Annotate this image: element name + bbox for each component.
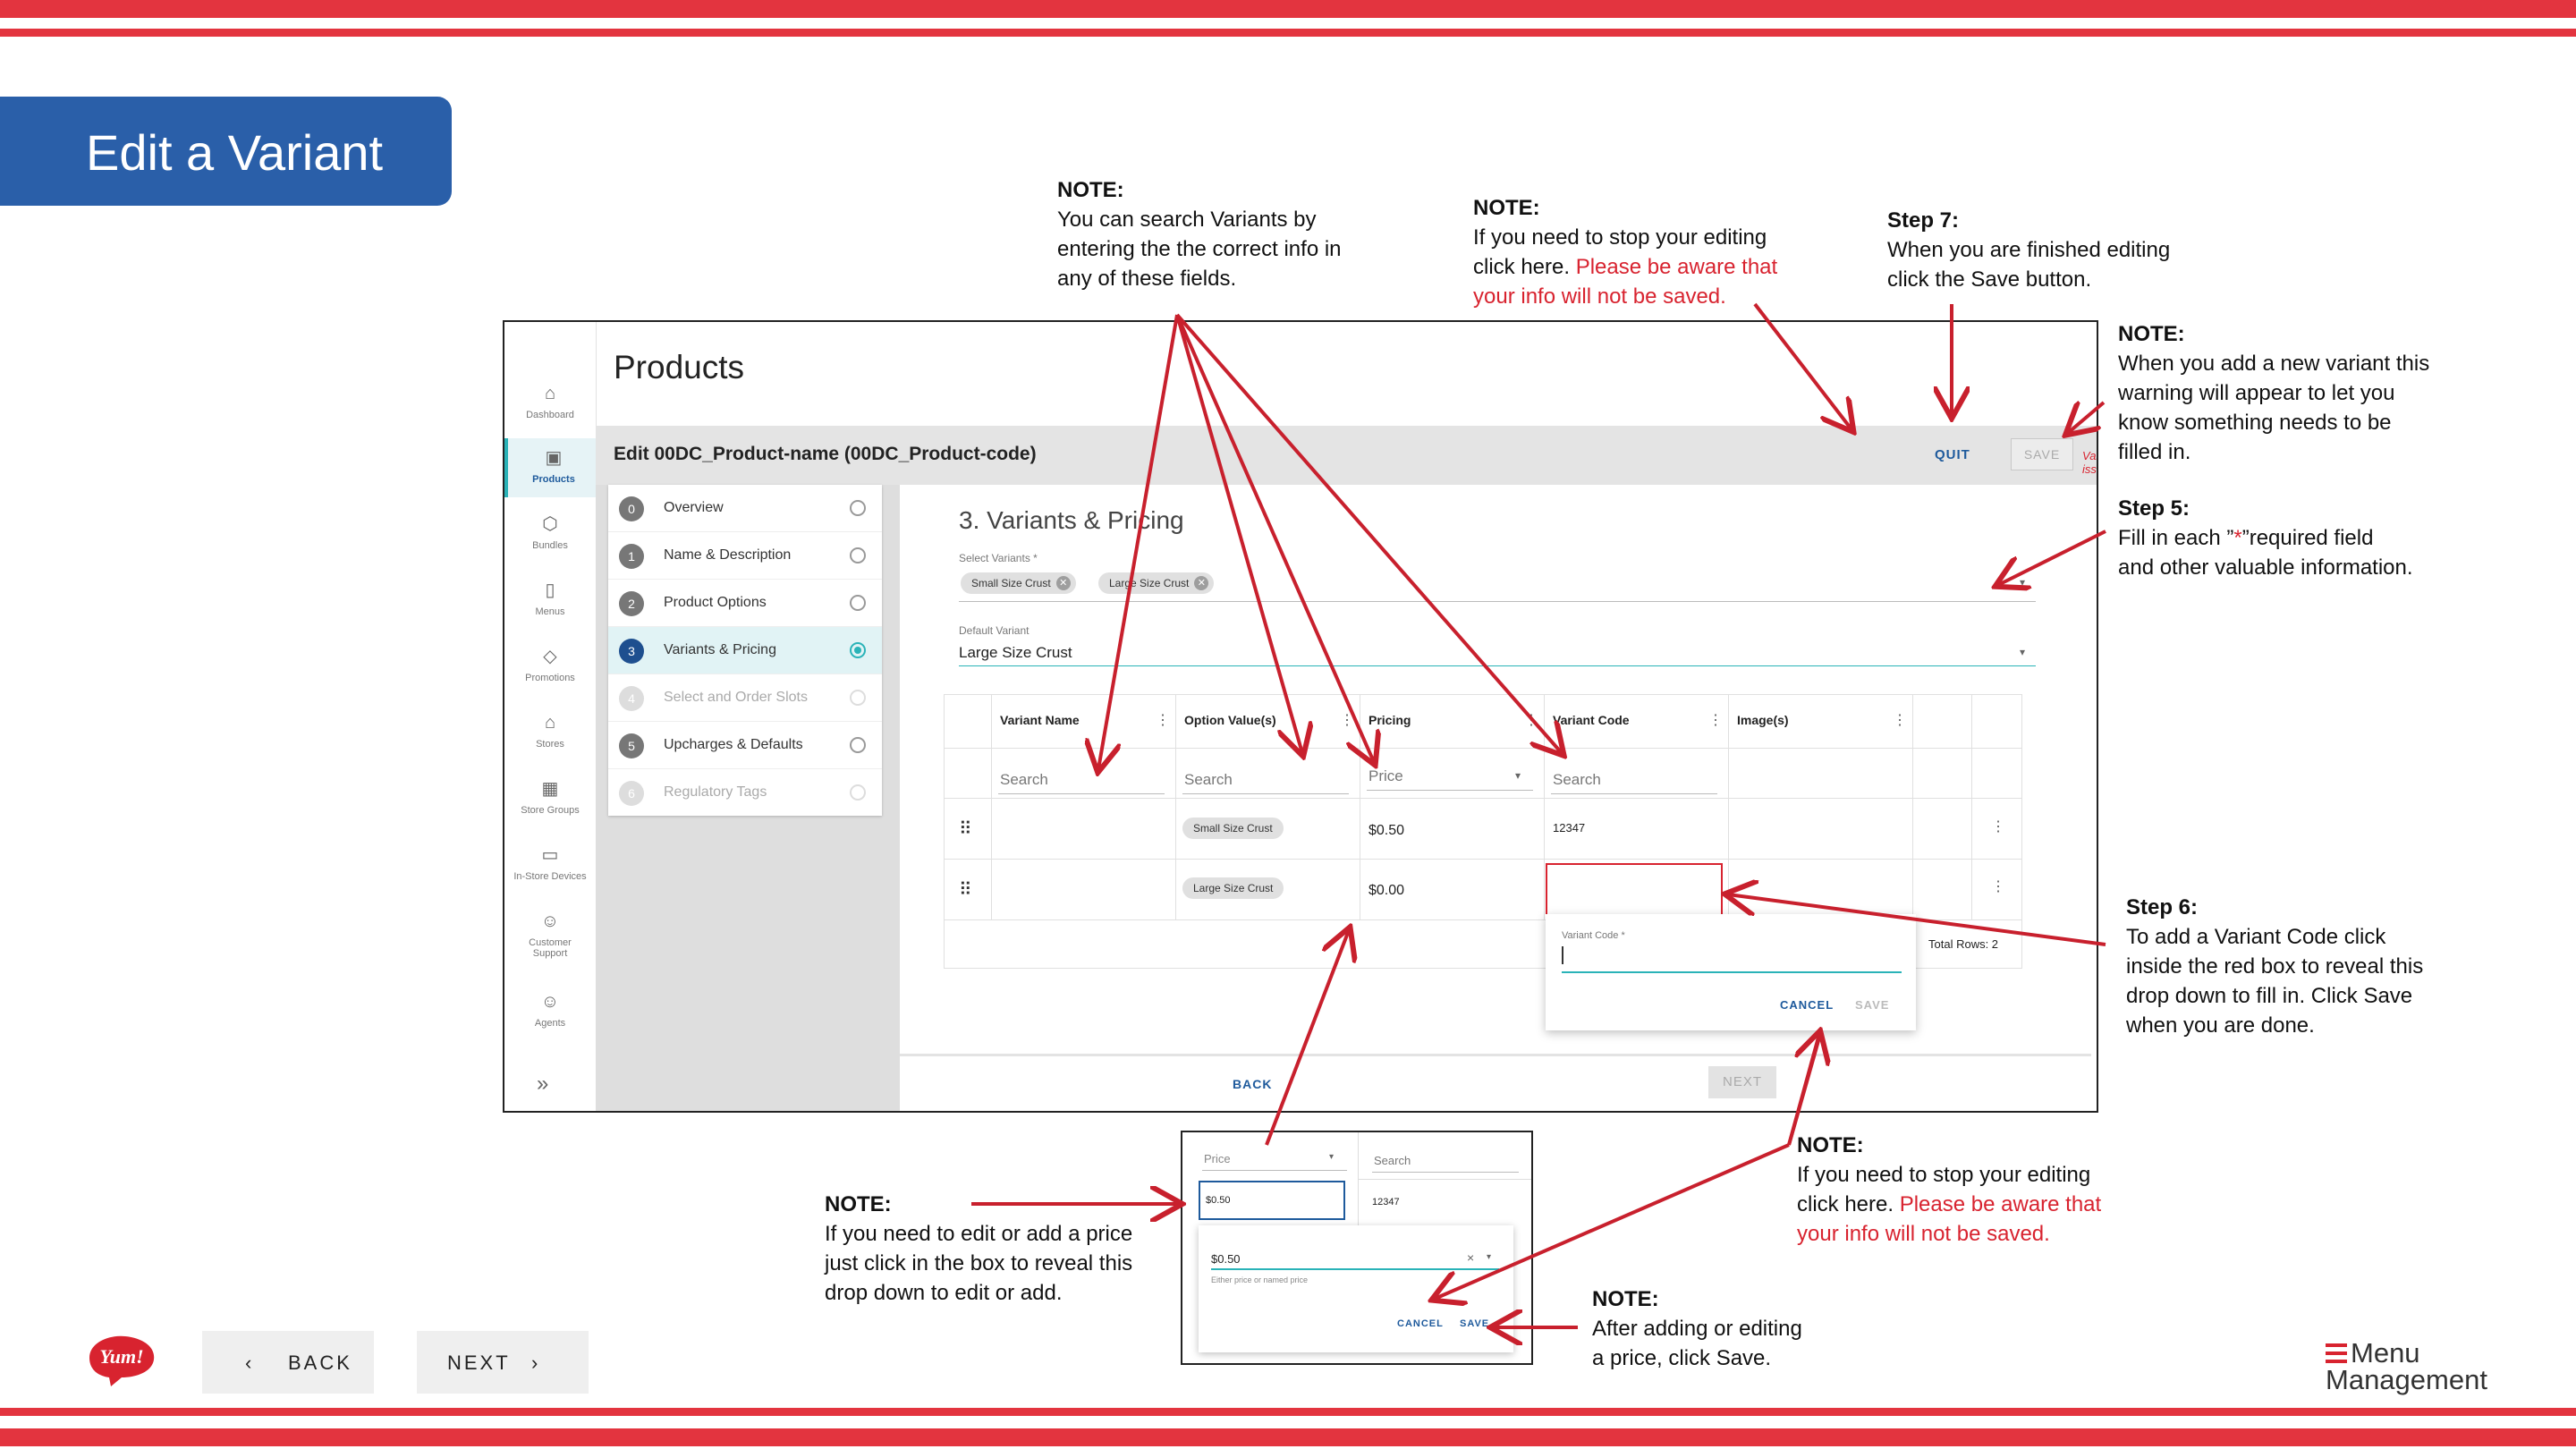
arrow [1175, 313, 1562, 753]
logo-line: Management [2326, 1364, 2487, 1395]
next-label: NEXT [447, 1352, 511, 1374]
arrow [1175, 314, 1374, 762]
chevron-left-icon: ‹ [245, 1352, 255, 1374]
annotation-arrows [971, 302, 2106, 1449]
bottom-stripe-thin [0, 1408, 2576, 1416]
arrow [1998, 530, 2106, 585]
menu-bars-icon [2326, 1343, 2347, 1368]
slide-back-button[interactable]: ‹ BACK [202, 1331, 374, 1394]
yum-logo: Yum! [89, 1335, 155, 1386]
bottom-stripe [0, 1428, 2576, 1446]
arrow [2068, 402, 2106, 433]
arrow [1787, 1034, 1819, 1146]
arrow [1098, 314, 1179, 769]
logo-line: Menu [2351, 1337, 2420, 1368]
slide-next-button[interactable]: NEXT › [417, 1331, 589, 1394]
arrow [1175, 314, 1302, 753]
menu-management-logo: Menu Management [2326, 1337, 2487, 1395]
yum-logo-text: Yum! [99, 1345, 143, 1368]
back-label: BACK [288, 1352, 352, 1374]
arrow [1265, 930, 1349, 1146]
arrow [1728, 894, 2106, 946]
chevron-right-icon: › [531, 1352, 541, 1374]
arrow [1435, 1143, 1790, 1299]
arrow [1753, 302, 1852, 429]
